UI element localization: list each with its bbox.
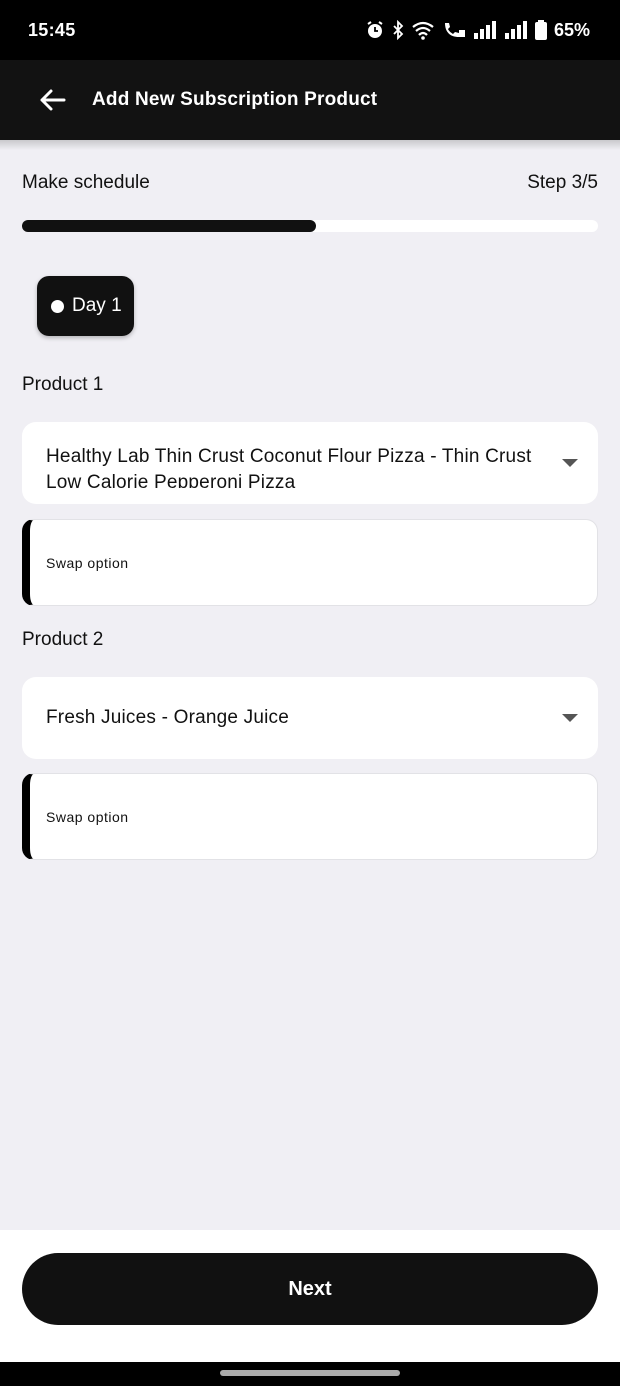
home-handle[interactable] — [220, 1370, 400, 1376]
next-button-label: Next — [288, 1277, 332, 1300]
progress-bar — [22, 220, 598, 232]
app-bar-shadow — [0, 140, 620, 150]
day-chip[interactable]: Day 1 — [37, 276, 134, 336]
swap-placeholder: Swap option — [46, 554, 129, 571]
signal-icon — [504, 21, 527, 39]
product-1-dropdown[interactable]: Healthy Lab Thin Crust Coconut Flour Piz… — [22, 422, 598, 504]
progress-fill — [22, 220, 316, 232]
app-bar: Add New Subscription Product — [0, 60, 620, 140]
back-button[interactable] — [22, 70, 82, 130]
battery-percent: 65% — [553, 19, 590, 40]
day-dot-icon — [51, 299, 64, 313]
next-button[interactable]: Next — [22, 1253, 598, 1325]
navigation-bar — [0, 1362, 620, 1386]
product-2-dropdown[interactable]: Fresh Juices - Orange Juice — [22, 677, 598, 759]
product-2-swap-input[interactable]: Swap option — [22, 773, 598, 860]
swap-placeholder: Swap option — [46, 808, 129, 825]
status-bar: 15:45 65% — [0, 0, 620, 60]
schedule-label: Make schedule — [22, 172, 150, 193]
wifi-icon — [412, 21, 434, 40]
status-time: 15:45 — [28, 19, 76, 40]
step-indicator: Step 3/5 — [527, 172, 598, 193]
day-chip-label: Day 1 — [72, 295, 122, 316]
battery-icon — [534, 20, 547, 40]
product-1-label: Product 1 — [22, 374, 104, 395]
bluetooth-icon — [393, 20, 404, 40]
wifi-call-icon — [444, 23, 465, 37]
status-icons: 65% — [365, 20, 590, 41]
chevron-down-icon — [562, 459, 578, 467]
product-2-label: Product 2 — [22, 629, 104, 650]
product-1-selected: Healthy Lab Thin Crust Coconut Flour Piz… — [46, 446, 532, 488]
product-2-selected: Fresh Juices - Orange Juice — [46, 707, 289, 728]
arrow-left-icon — [40, 89, 66, 111]
signal-icon — [473, 21, 496, 39]
page-title: Add New Subscription Product — [92, 89, 378, 110]
product-1-swap-input[interactable]: Swap option — [22, 519, 598, 606]
chevron-down-icon — [562, 714, 578, 722]
alarm-icon — [367, 21, 383, 38]
schedule-header: Make schedule Step 3/5 — [22, 172, 598, 194]
